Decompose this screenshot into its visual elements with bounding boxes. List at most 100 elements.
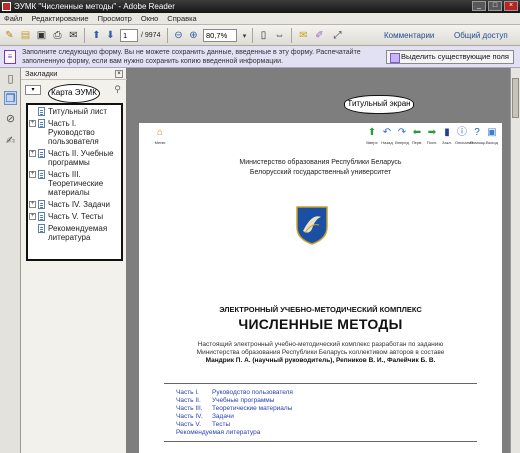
toc-link-part-5[interactable]: Часть V. Тесты <box>176 421 456 429</box>
save-icon[interactable]: ▣ <box>35 29 48 42</box>
complex-label: ЭЛЕКТРОННЫЙ УЧЕБНО-МЕТОДИЧЕСКИЙ КОМПЛЕКС <box>219 305 422 314</box>
bookmark-page-icon <box>38 224 45 233</box>
nav-back-button[interactable]: ↶ Назад <box>380 127 394 145</box>
comment-icon[interactable]: ✉ <box>297 29 310 42</box>
pages-icon[interactable]: ▯ <box>4 72 17 86</box>
highlight-icon[interactable]: ✐ <box>313 29 326 42</box>
fit-width-icon[interactable]: ⇔ <box>273 29 286 42</box>
divider <box>164 441 477 442</box>
signature-icon[interactable]: ✍ <box>4 134 17 148</box>
menu-view[interactable]: Просмотр <box>98 14 132 23</box>
toolbar-divider <box>167 28 168 43</box>
create-pdf-icon[interactable]: ✎ <box>3 29 16 42</box>
page-number-input[interactable]: 1 <box>120 29 138 42</box>
open-folder-icon[interactable]: ▤ <box>19 29 32 42</box>
zoom-out-icon[interactable]: ⊖ <box>172 29 185 42</box>
toc-title: Теоретические материалы <box>212 405 293 412</box>
toolbar-divider <box>291 28 292 43</box>
comments-button[interactable]: Комментарии <box>384 28 434 43</box>
menu-bar: Файл Редактирование Просмотр Окно Справк… <box>0 13 520 25</box>
nav-label: Меню <box>154 140 166 145</box>
home-icon: ⌂ <box>156 127 164 138</box>
bookmark-item-part-3[interactable]: + Часть III. Теоретические материалы <box>28 170 121 197</box>
page-total: / 9974 <box>141 32 161 39</box>
document-title: ЧИСЛЕННЫЕ МЕТОДЫ <box>238 316 403 332</box>
minimize-button[interactable]: _ <box>472 1 486 11</box>
ministry-text: Министерство образования Республики Бела… <box>239 159 402 166</box>
chevron-down-icon[interactable]: ▾ <box>238 29 251 42</box>
expand-icon[interactable]: + <box>29 201 36 208</box>
authors: Мандрик П. А. (научный руководитель), Ре… <box>179 357 462 365</box>
callout-map-label: Карта ЭУМК <box>48 84 100 103</box>
bookmark-item-title-page[interactable]: Титульный лист <box>28 107 121 116</box>
bookmark-item-part-1[interactable]: + Часть I. Руководство пользователя <box>28 119 121 146</box>
scrollbar-thumb[interactable] <box>512 78 519 118</box>
redo-icon: ↷ <box>397 127 407 138</box>
bookmark-item-part-2[interactable]: + Часть II. Учебные программы <box>28 149 121 167</box>
toc-part: Часть III. <box>176 405 203 412</box>
bookmark-item-part-5[interactable]: + Часть V. Тесты <box>28 212 121 221</box>
bookmark-page-icon <box>38 107 45 116</box>
expand-icon[interactable]: + <box>29 120 36 127</box>
description-line: Министерства образования Республики Бела… <box>196 349 445 356</box>
nav-help-button[interactable]: ? Помощь <box>470 127 485 145</box>
bookmark-label: Часть II. Учебные программы <box>48 149 114 167</box>
toc-part: Часть V. <box>176 421 201 428</box>
menu-file[interactable]: Файл <box>4 14 22 23</box>
undo-icon: ↶ <box>382 127 392 138</box>
toc-title: Руководство пользователя <box>212 389 293 396</box>
table-of-contents: Часть I. Руководство пользователя Часть I… <box>176 389 456 437</box>
options-icon[interactable]: ▾ <box>25 85 41 95</box>
find-bookmark-icon[interactable]: ⚲ <box>112 84 123 95</box>
nav-exit-button[interactable]: ▣ Выход <box>485 127 499 145</box>
share-button[interactable]: Общий доступ <box>454 28 508 43</box>
menu-edit[interactable]: Редактирование <box>31 14 88 23</box>
print-icon[interactable]: ⎙ <box>51 29 64 42</box>
university-emblem <box>296 206 328 245</box>
nav-label: Назад <box>381 140 393 145</box>
toc-link-part-3[interactable]: Часть III. Теоретические материалы <box>176 405 456 413</box>
maximize-button[interactable]: □ <box>488 1 502 11</box>
nav-about-button[interactable]: ⓘ Описание <box>455 127 473 145</box>
toc-title: Учебные программы <box>212 397 275 404</box>
expand-icon[interactable]: + <box>29 150 36 157</box>
nav-home-button[interactable]: ⌂ Меню <box>153 127 167 145</box>
next-page-icon[interactable]: ⬇ <box>104 29 117 42</box>
menu-help[interactable]: Справка <box>167 14 196 23</box>
menu-window[interactable]: Окно <box>141 14 158 23</box>
bookmark-item-literature[interactable]: Рекомендуемая литература <box>28 224 121 242</box>
attachment-icon[interactable]: ⊘ <box>4 112 17 126</box>
arrow-right-icon: ➡ <box>427 127 437 138</box>
expand-icon[interactable]: + <box>29 213 36 220</box>
toc-link-part-4[interactable]: Часть IV. Задачи <box>176 413 456 421</box>
fit-page-icon[interactable]: ▯ <box>257 29 270 42</box>
highlight-fields-button[interactable]: Выделить существующие поля <box>386 50 514 64</box>
bookmarks-header: Закладки <box>21 68 127 80</box>
bookmark-icon[interactable]: ❐ <box>4 91 17 105</box>
toc-link-part-2[interactable]: Часть II. Учебные программы <box>176 397 456 405</box>
toc-link-literature[interactable]: Рекомендуемая литература <box>176 429 456 437</box>
zoom-select[interactable]: 80,7% <box>203 29 237 42</box>
adobe-reader-icon <box>2 2 11 11</box>
close-panel-icon[interactable]: × <box>115 70 123 78</box>
nav-last-button[interactable]: ➡ Посл. <box>425 127 439 145</box>
close-button[interactable]: × <box>504 1 518 11</box>
bookmark-item-part-4[interactable]: + Часть IV. Задачи <box>28 200 121 209</box>
expand-icon[interactable]: + <box>29 171 36 178</box>
document-scrollbar[interactable] <box>510 68 520 453</box>
nav-forward-button[interactable]: ↷ Вперед <box>395 127 409 145</box>
nav-bookmarks-button[interactable]: ▮ Закл. <box>440 127 454 145</box>
toc-link-part-1[interactable]: Часть I. Руководство пользователя <box>176 389 456 397</box>
info-icon: ⓘ <box>457 127 467 138</box>
expand-icon[interactable]: ⤢ <box>331 29 344 42</box>
nav-up-button[interactable]: ⬆ Вверх <box>365 127 379 145</box>
page-navigation-bar: ⌂ Меню ⬆ Вверх ↶ Назад ↷ Вперед ⬅ Перв. … <box>139 125 502 155</box>
nav-first-button[interactable]: ⬅ Перв. <box>410 127 424 145</box>
email-icon[interactable]: ✉ <box>67 29 80 42</box>
toc-part: Часть I. <box>176 389 199 396</box>
nav-label: Выход <box>486 140 498 145</box>
nav-label: Вверх <box>366 140 378 145</box>
previous-page-icon[interactable]: ⬆ <box>90 29 103 42</box>
zoom-in-icon[interactable]: ⊕ <box>187 29 200 42</box>
divider <box>164 383 477 384</box>
